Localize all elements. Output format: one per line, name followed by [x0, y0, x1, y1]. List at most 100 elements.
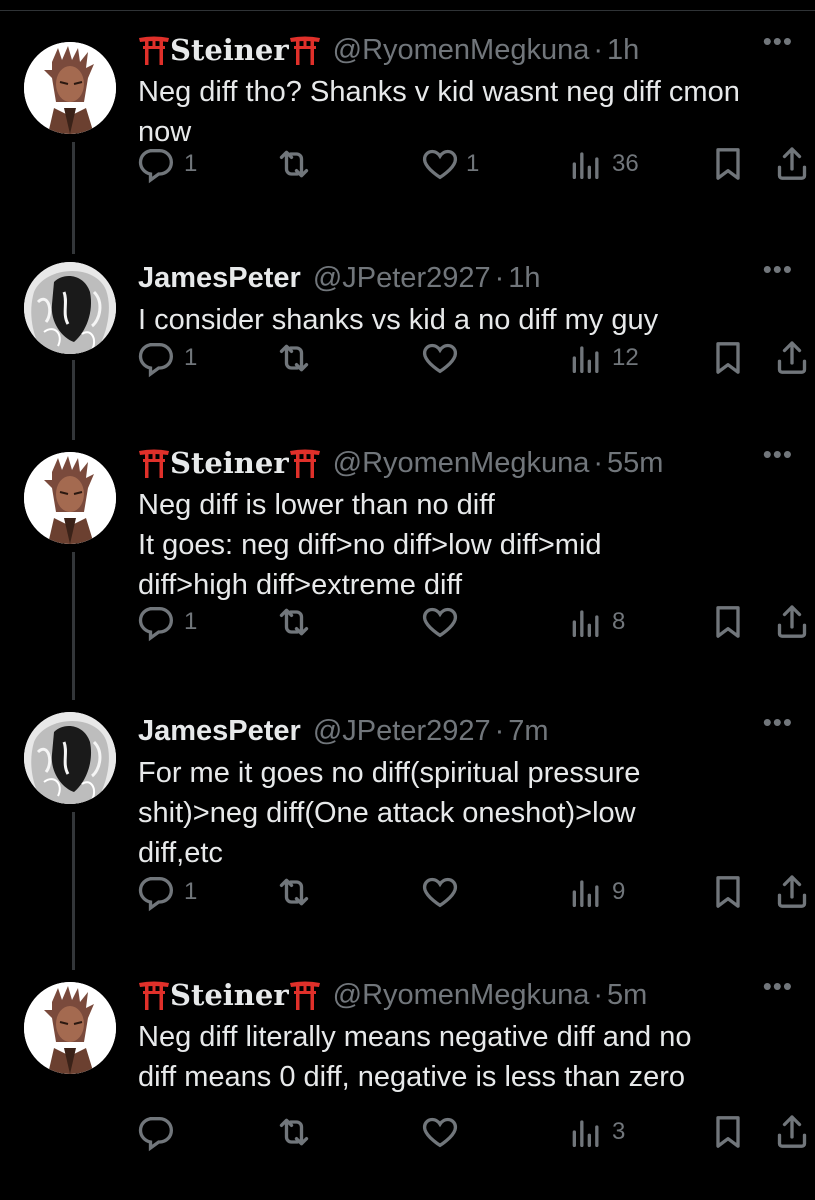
bookmark-icon	[708, 144, 748, 184]
more-options-icon[interactable]: •••	[763, 254, 793, 285]
separator: ·	[593, 978, 604, 1011]
torii-icon	[289, 981, 320, 1010]
views-count: 3	[612, 1118, 626, 1145]
like-icon	[420, 338, 460, 378]
avatar-steiner[interactable]	[24, 452, 116, 544]
bookmark-button[interactable]	[708, 1112, 748, 1152]
display-name[interactable]: JamesPeter	[138, 262, 301, 295]
reply-icon	[138, 602, 178, 642]
retweet-icon	[274, 338, 314, 378]
bookmark-icon	[708, 602, 748, 642]
share-button[interactable]	[772, 144, 812, 184]
reply-button[interactable]: 1	[138, 602, 197, 642]
timestamp[interactable]: 7m	[508, 715, 548, 748]
share-icon	[772, 872, 812, 912]
tweet-actions: 1 12	[138, 338, 815, 378]
timestamp[interactable]: 1h	[607, 34, 639, 67]
tweet-actions: 18	[138, 602, 815, 642]
more-options-icon[interactable]: •••	[763, 707, 793, 738]
views-count: 12	[612, 344, 639, 371]
bookmark-button[interactable]	[708, 602, 748, 642]
bookmark-icon	[708, 338, 748, 378]
handle[interactable]: @RyomenMegkuna	[333, 447, 590, 480]
bookmark-button[interactable]	[708, 144, 748, 184]
like-button[interactable]	[420, 872, 466, 912]
views-button[interactable]: 3	[566, 1112, 625, 1152]
avatar-jamespeter[interactable]	[24, 262, 116, 354]
display-name[interactable]: Steiner	[170, 446, 289, 480]
handle[interactable]: @RyomenMegkuna	[333, 979, 590, 1012]
tweet-header: JamesPeter @JPeter2927 · 1h	[138, 258, 803, 298]
display-name[interactable]: Steiner	[170, 978, 289, 1012]
share-icon	[772, 602, 812, 642]
retweet-button[interactable]	[274, 1112, 320, 1152]
torii-icon	[289, 449, 320, 478]
tweet-actions: 1 1 36	[138, 144, 815, 184]
bookmark-button[interactable]	[708, 872, 748, 912]
views-icon	[566, 144, 606, 184]
reply-count: 1	[184, 150, 198, 177]
reply-count: 1	[184, 344, 198, 371]
like-icon	[420, 1112, 460, 1152]
avatar-steiner[interactable]	[24, 982, 116, 1074]
torii-icon	[139, 981, 169, 1010]
share-icon	[772, 144, 812, 184]
retweet-icon	[274, 872, 314, 912]
retweet-button[interactable]	[274, 602, 320, 642]
views-button[interactable]: 8	[566, 602, 625, 642]
more-options-icon[interactable]: •••	[763, 439, 793, 470]
views-icon	[566, 338, 606, 378]
more-options-icon[interactable]: •••	[763, 971, 793, 1002]
views-button[interactable]: 12	[566, 338, 639, 378]
bookmark-button[interactable]	[708, 338, 748, 378]
reply-button[interactable]: 1	[138, 872, 197, 912]
separator: ·	[593, 33, 604, 66]
handle[interactable]: @JPeter2927	[313, 262, 491, 295]
reply-button[interactable]	[138, 1112, 184, 1152]
like-button[interactable]	[420, 602, 466, 642]
more-options-icon[interactable]: •••	[763, 26, 793, 57]
reply-icon	[138, 872, 178, 912]
views-count: 9	[612, 878, 626, 905]
share-button[interactable]	[772, 602, 812, 642]
like-icon	[420, 144, 460, 184]
share-button[interactable]	[772, 338, 812, 378]
views-button[interactable]: 9	[566, 872, 625, 912]
like-button[interactable]: 1	[420, 144, 479, 184]
reply-button[interactable]: 1	[138, 338, 197, 378]
views-count: 36	[612, 150, 639, 177]
separator: ·	[593, 446, 604, 479]
like-button[interactable]	[420, 338, 466, 378]
timestamp[interactable]: 1h	[508, 262, 540, 295]
thread-line	[72, 552, 75, 700]
reply-icon	[138, 1112, 178, 1152]
display-name[interactable]: JamesPeter	[138, 715, 301, 748]
like-count: 1	[466, 150, 480, 177]
tweet-header: Steiner @RyomenMegkuna · 1h	[138, 30, 803, 70]
retweet-button[interactable]	[274, 338, 320, 378]
tweet-text: Neg diff is lower than no diff It goes: …	[138, 489, 602, 601]
retweet-icon	[274, 602, 314, 642]
views-icon	[566, 602, 606, 642]
like-button[interactable]	[420, 1112, 466, 1152]
timestamp[interactable]: 5m	[607, 979, 647, 1012]
tweet-header: JamesPeter @JPeter2927 · 7m	[138, 711, 803, 751]
views-icon	[566, 1112, 606, 1152]
thread-line	[72, 360, 75, 440]
reply-button[interactable]: 1	[138, 144, 197, 184]
views-button[interactable]: 36	[566, 144, 639, 184]
tweet-header: Steiner @RyomenMegkuna · 55m	[138, 443, 803, 483]
avatar-steiner[interactable]	[24, 42, 116, 134]
timestamp[interactable]: 55m	[607, 447, 663, 480]
handle[interactable]: @RyomenMegkuna	[333, 34, 590, 67]
display-name[interactable]: Steiner	[170, 33, 289, 67]
retweet-button[interactable]	[274, 144, 320, 184]
share-button[interactable]	[772, 872, 812, 912]
views-icon	[566, 872, 606, 912]
retweet-button[interactable]	[274, 872, 320, 912]
avatar-jamespeter[interactable]	[24, 712, 116, 804]
reply-icon	[138, 144, 178, 184]
share-button[interactable]	[772, 1112, 812, 1152]
tweet-header: Steiner @RyomenMegkuna · 5m	[138, 975, 803, 1015]
handle[interactable]: @JPeter2927	[313, 715, 491, 748]
